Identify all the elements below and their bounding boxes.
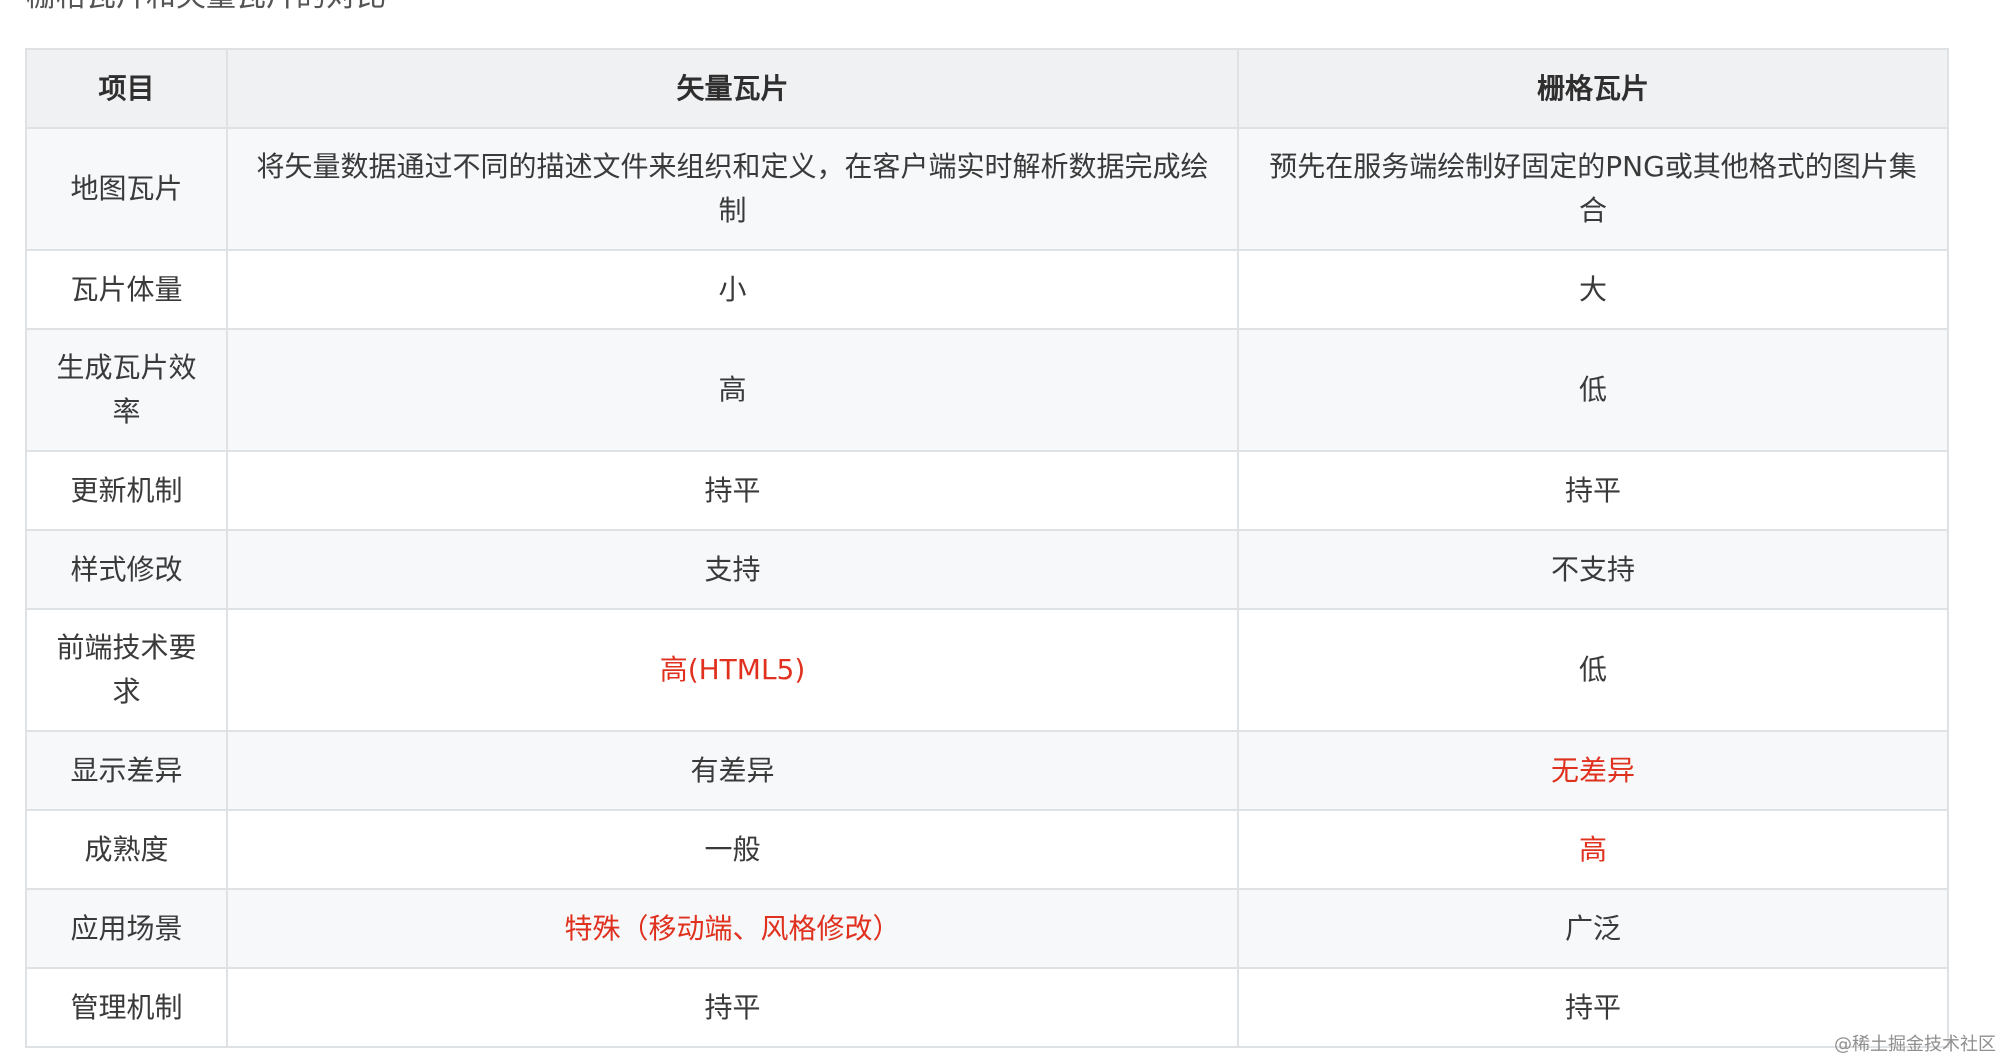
vector-cell: 持平 xyxy=(226,967,1239,1048)
row-label: 成熟度 xyxy=(25,809,228,890)
table-row: 应用场景 特殊（移动端、风格修改） 广泛 xyxy=(25,888,1949,969)
vector-cell: 高 xyxy=(226,328,1239,452)
vector-cell: 有差异 xyxy=(226,730,1239,811)
raster-cell-highlight: 高 xyxy=(1237,809,1949,890)
header-item: 项目 xyxy=(25,48,228,129)
raster-cell: 持平 xyxy=(1237,450,1949,531)
vector-cell-highlight: 特殊（移动端、风格修改） xyxy=(226,888,1239,969)
table-row: 更新机制 持平 持平 xyxy=(25,450,1949,531)
table-row: 管理机制 持平 持平 xyxy=(25,967,1949,1048)
vector-cell: 将矢量数据通过不同的描述文件来组织和定义，在客户端实时解析数据完成绘制 xyxy=(226,127,1239,251)
row-label: 地图瓦片 xyxy=(25,127,228,251)
raster-cell: 不支持 xyxy=(1237,529,1949,610)
table-row: 成熟度 一般 高 xyxy=(25,809,1949,890)
header-raster-tile: 栅格瓦片 xyxy=(1237,48,1949,129)
row-label: 显示差异 xyxy=(25,730,228,811)
table-header-row: 项目 矢量瓦片 栅格瓦片 xyxy=(25,48,1949,129)
row-label: 更新机制 xyxy=(25,450,228,531)
row-label: 样式修改 xyxy=(25,529,228,610)
raster-cell: 预先在服务端绘制好固定的PNG或其他格式的图片集合 xyxy=(1237,127,1949,251)
vector-cell: 持平 xyxy=(226,450,1239,531)
vector-cell: 一般 xyxy=(226,809,1239,890)
table-row: 样式修改 支持 不支持 xyxy=(25,529,1949,610)
vector-cell-highlight: 高(HTML5) xyxy=(226,608,1239,732)
raster-cell: 低 xyxy=(1237,608,1949,732)
row-label: 瓦片体量 xyxy=(25,249,228,330)
raster-cell: 低 xyxy=(1237,328,1949,452)
table-row: 前端技术要求 高(HTML5) 低 xyxy=(25,608,1949,732)
vector-cell: 小 xyxy=(226,249,1239,330)
vector-cell: 支持 xyxy=(226,529,1239,610)
table-row: 生成瓦片效率 高 低 xyxy=(25,328,1949,452)
watermark: @稀土掘金技术社区 xyxy=(1834,1034,1996,1055)
raster-cell: 广泛 xyxy=(1237,888,1949,969)
table-row: 地图瓦片 将矢量数据通过不同的描述文件来组织和定义，在客户端实时解析数据完成绘制… xyxy=(25,127,1949,251)
header-vector-tile: 矢量瓦片 xyxy=(226,48,1239,129)
table-row: 瓦片体量 小 大 xyxy=(25,249,1949,330)
row-label: 应用场景 xyxy=(25,888,228,969)
row-label: 前端技术要求 xyxy=(25,608,228,732)
raster-cell-highlight: 无差异 xyxy=(1237,730,1949,811)
row-label: 管理机制 xyxy=(25,967,228,1048)
raster-cell: 大 xyxy=(1237,249,1949,330)
section-heading: 栅格瓦片和矢量瓦片的对比 xyxy=(26,0,386,12)
comparison-table: 项目 矢量瓦片 栅格瓦片 地图瓦片 将矢量数据通过不同的描述文件来组织和定义，在… xyxy=(25,48,1949,1048)
row-label: 生成瓦片效率 xyxy=(25,328,228,452)
table-row: 显示差异 有差异 无差异 xyxy=(25,730,1949,811)
